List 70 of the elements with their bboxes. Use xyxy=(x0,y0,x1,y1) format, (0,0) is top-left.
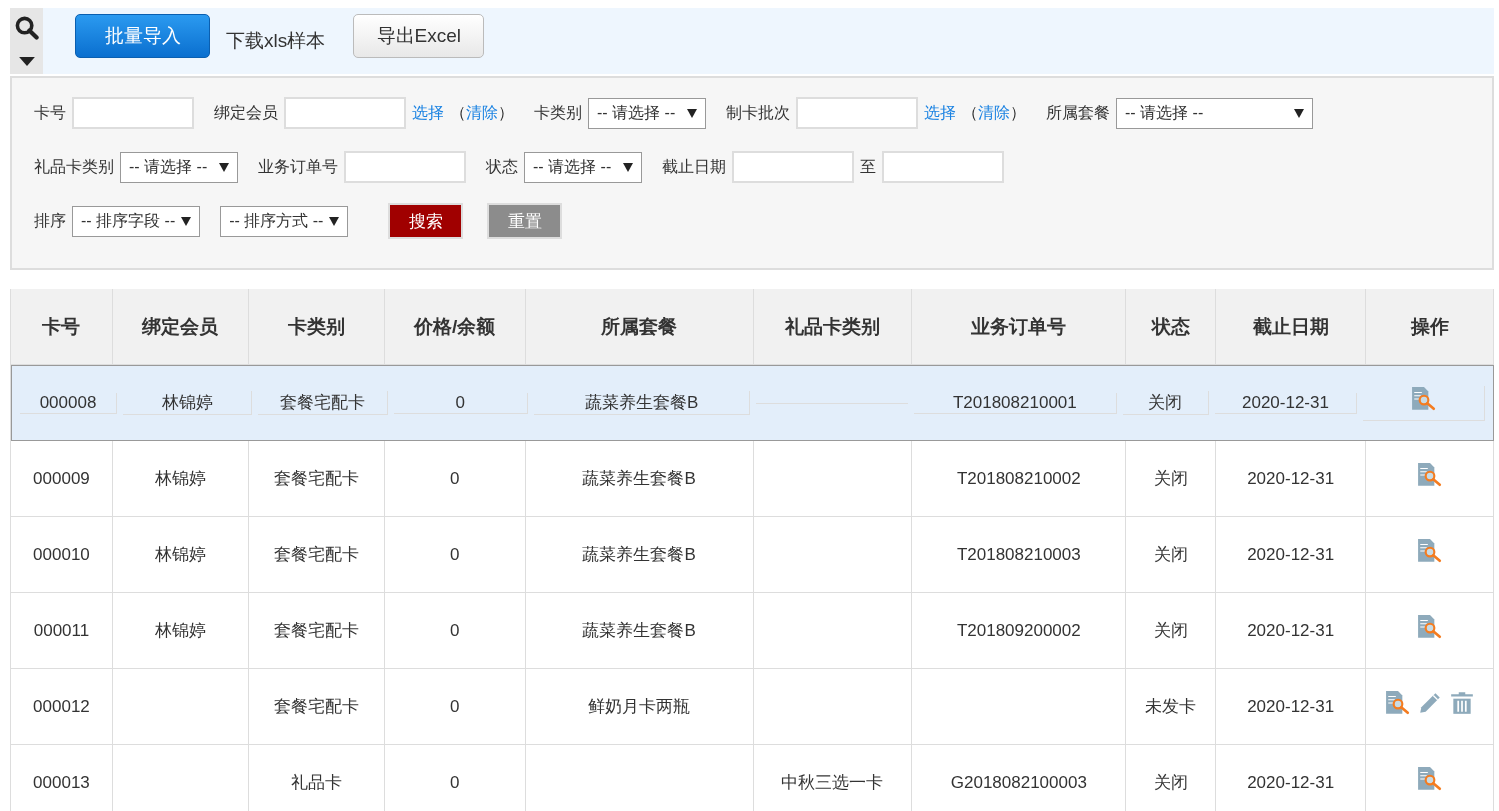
search-button[interactable]: 搜索 xyxy=(388,203,464,239)
download-sample-link[interactable]: 下载xls样本 xyxy=(226,28,326,54)
table-cell: 中秋三选一卡 xyxy=(753,745,913,811)
search-icon[interactable] xyxy=(14,16,39,41)
clear-link[interactable]: 清除 xyxy=(466,102,498,124)
trash-icon[interactable] xyxy=(1448,689,1475,716)
filter-label: 制卡批次 xyxy=(726,102,790,123)
dropdown[interactable]: -- 请选择 -- xyxy=(588,97,706,129)
table-cell: 关闭 xyxy=(1123,391,1209,415)
table-row[interactable]: 000012 套餐宅配卡 0 鲜奶月卡两瓶 未发卡 2020-12-31 xyxy=(11,669,1494,745)
document-search-icon[interactable] xyxy=(1416,461,1443,488)
table-cell: 2020-12-31 xyxy=(1214,392,1358,414)
table-cell: 蔬菜养生套餐B xyxy=(533,391,751,415)
table-cell: 000008 xyxy=(20,392,117,414)
export-excel-button[interactable]: 导出Excel xyxy=(353,14,485,58)
filter-label: 业务订单号 xyxy=(258,156,338,177)
filter-label: 卡类别 xyxy=(534,102,582,123)
caret-icon xyxy=(1294,108,1304,118)
filter-label: 绑定会员 xyxy=(214,102,278,123)
document-search-icon[interactable] xyxy=(1416,765,1443,792)
dropdown[interactable]: -- 请选择 -- xyxy=(524,151,642,183)
table-cell: 0 xyxy=(384,745,526,811)
caret-icon xyxy=(329,216,340,226)
table-row[interactable]: 000010 林锦婷 套餐宅配卡 0 蔬菜养生套餐B T201808210003 关闭 2020-12-31 xyxy=(11,517,1494,593)
filter-label: 礼品卡类别 xyxy=(34,156,114,177)
table-row[interactable]: 000011 林锦婷 套餐宅配卡 0 蔬菜养生套餐B T201809200002 关闭 2020-12-31 xyxy=(11,593,1494,669)
dropdown[interactable]: -- 排序方式 -- xyxy=(220,205,349,237)
table-cell: 0 xyxy=(393,392,528,414)
paren-text: （ xyxy=(962,102,978,123)
table-row[interactable]: 000008 林锦婷 套餐宅配卡 0 蔬菜养生套餐B T201808210001 关闭 2020-12-31 xyxy=(11,365,1494,441)
filter-label: 状态 xyxy=(486,156,518,177)
paren-text: ） xyxy=(498,102,514,123)
table-cell: 礼品卡 xyxy=(248,745,385,811)
range-separator: 至 xyxy=(860,156,876,177)
table-cell: T201808210001 xyxy=(913,392,1118,414)
paren-text: （ xyxy=(450,102,466,123)
caret-icon xyxy=(687,108,697,118)
clear-link[interactable]: 清除 xyxy=(978,102,1010,124)
start-date-field[interactable] xyxy=(732,151,854,183)
dropdown[interactable]: -- 请选择 -- xyxy=(120,151,238,183)
text-field[interactable] xyxy=(796,97,918,129)
document-search-icon[interactable] xyxy=(1416,537,1443,564)
filter-label: 卡号 xyxy=(34,102,66,123)
document-search-icon[interactable] xyxy=(1416,613,1443,640)
dropdown[interactable]: -- 请选择 -- xyxy=(1116,97,1313,129)
caret-icon xyxy=(219,162,229,172)
table-cell: 林锦婷 xyxy=(123,391,253,415)
end-date-field[interactable] xyxy=(882,151,1004,183)
caret-icon xyxy=(623,162,633,172)
document-search-icon[interactable] xyxy=(1384,689,1411,716)
caret-icon xyxy=(181,216,192,226)
select-link[interactable]: 选择 xyxy=(924,102,956,124)
table-cell: G2018082100003 xyxy=(912,745,1127,811)
filter-label: 所属套餐 xyxy=(1046,102,1110,123)
text-field[interactable] xyxy=(344,151,466,183)
table-cell: 套餐宅配卡 xyxy=(258,391,388,415)
document-search-icon[interactable] xyxy=(1410,385,1437,412)
text-field[interactable] xyxy=(72,97,194,129)
table-row[interactable]: 000009 林锦婷 套餐宅配卡 0 蔬菜养生套餐B T201808210002 关闭 2020-12-31 xyxy=(11,441,1494,517)
dropdown[interactable]: -- 排序字段 -- xyxy=(72,205,201,237)
paren-text: ） xyxy=(1010,102,1026,123)
caret-icon[interactable] xyxy=(18,56,35,66)
filter-label: 截止日期 xyxy=(662,156,726,177)
text-field[interactable] xyxy=(284,97,406,129)
import-button[interactable]: 批量导入 xyxy=(75,14,210,58)
select-link[interactable]: 选择 xyxy=(412,102,444,124)
table-cell: 关闭 xyxy=(1126,745,1217,811)
filter-label: 排序 xyxy=(34,210,66,231)
table-cell: 2020-12-31 xyxy=(1216,745,1367,811)
table-cell: 000013 xyxy=(11,745,113,811)
